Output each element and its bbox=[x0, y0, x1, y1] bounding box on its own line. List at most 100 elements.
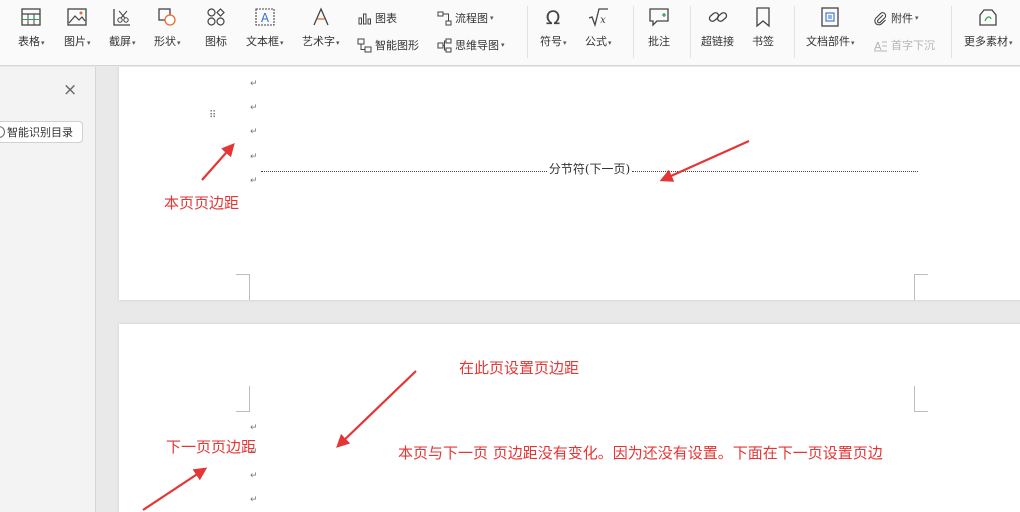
table-label: 表格 bbox=[18, 35, 40, 48]
chevron-down-icon: ▾ bbox=[608, 39, 612, 47]
attachment-label: 附件 bbox=[891, 12, 913, 25]
chevron-down-icon: ▾ bbox=[490, 14, 494, 22]
wordart-icon bbox=[310, 6, 332, 28]
chevron-down-icon: ▾ bbox=[851, 39, 855, 47]
section-break-line bbox=[261, 170, 547, 172]
paragraph-mark: ↵ bbox=[250, 423, 258, 433]
section-break-line bbox=[632, 170, 918, 172]
doc-parts-label: 文档部件 bbox=[806, 35, 850, 48]
paragraph-mark: ↵ bbox=[250, 471, 258, 481]
drag-handle-icon[interactable]: ⠿ bbox=[209, 111, 217, 121]
chevron-down-icon: ▾ bbox=[563, 39, 567, 47]
chevron-down-icon: ▾ bbox=[41, 39, 45, 47]
paragraph-mark: ↵ bbox=[250, 495, 258, 505]
margin-corner-mark bbox=[914, 386, 928, 412]
smartart-button[interactable]: 智能图形 bbox=[357, 35, 419, 55]
chevron-down-icon: ▾ bbox=[87, 39, 91, 47]
section-break-label: 分节符(下一页) bbox=[548, 161, 631, 176]
shape-button[interactable]: 形状▾ bbox=[154, 6, 181, 58]
ribbon-divider bbox=[690, 6, 691, 58]
hyperlink-label: 超链接 bbox=[701, 35, 734, 48]
svg-text:x: x bbox=[600, 15, 606, 26]
chevron-down-icon: ▾ bbox=[280, 39, 284, 47]
picture-label: 图片 bbox=[64, 35, 86, 48]
margin-corner-mark bbox=[236, 386, 250, 412]
icon-library-icon bbox=[205, 6, 227, 28]
icon-library-button[interactable]: 图标 bbox=[205, 6, 227, 58]
paragraph-mark: ↵ bbox=[250, 176, 258, 186]
wordart-button[interactable]: 艺术字▾ bbox=[302, 6, 340, 58]
chevron-down-icon: ▾ bbox=[501, 41, 505, 49]
smartart-label: 智能图形 bbox=[375, 39, 419, 52]
chart-button[interactable]: 图表 bbox=[357, 8, 397, 28]
ribbon-divider bbox=[951, 6, 952, 58]
dropcap-button[interactable]: A 首字下沉 bbox=[873, 35, 935, 55]
hyperlink-button[interactable]: 超链接 bbox=[701, 6, 734, 58]
document-page[interactable]: ↵ ↵ ↵ ↵ ↵ ⠿ 分节符(下一页) bbox=[119, 67, 1020, 300]
omega-icon: Ω bbox=[542, 6, 564, 28]
comment-icon bbox=[648, 6, 670, 28]
navigation-panel: × 智能识别目录 bbox=[0, 67, 96, 512]
margin-corner-mark bbox=[236, 274, 250, 300]
bookmark-button[interactable]: 书签 bbox=[752, 6, 774, 58]
dropcap-label: 首字下沉 bbox=[891, 39, 935, 52]
insert-ribbon: 表格▾ 图片▾ 截屏▾ 形状▾ 图标 A 文本框▾ 艺术字▾ 图表 智能图形 流… bbox=[0, 0, 1020, 66]
section-break: 分节符(下一页) bbox=[261, 161, 918, 176]
bookmark-label: 书签 bbox=[752, 35, 774, 48]
chevron-down-icon: ▾ bbox=[1009, 39, 1013, 47]
comment-button[interactable]: 批注 bbox=[648, 6, 670, 58]
picture-icon bbox=[66, 6, 88, 28]
paragraph-mark: ↵ bbox=[250, 152, 258, 162]
formula-label: 公式 bbox=[585, 35, 607, 48]
paragraph-mark: ↵ bbox=[250, 79, 258, 89]
icon-library-label: 图标 bbox=[205, 35, 227, 48]
annotation-explanation: 本页与下一页 页边距没有变化。因为还没有设置。下面在下一页设置页边 bbox=[398, 444, 883, 462]
chart-icon bbox=[358, 13, 371, 24]
table-icon bbox=[20, 6, 42, 28]
symbol-label: 符号 bbox=[540, 35, 562, 48]
smart-toc-button[interactable]: 智能识别目录 bbox=[0, 121, 83, 143]
toc-icon bbox=[0, 126, 5, 138]
comment-label: 批注 bbox=[648, 35, 670, 48]
formula-icon: x bbox=[587, 6, 609, 28]
chevron-down-icon: ▾ bbox=[915, 14, 919, 22]
flowchart-icon bbox=[437, 11, 452, 25]
chevron-down-icon: ▾ bbox=[132, 39, 136, 47]
document-page[interactable]: ↵ ↵ ↵ ↵ bbox=[119, 324, 1020, 512]
svg-text:Ω: Ω bbox=[546, 7, 561, 28]
mindmap-label: 思维导图 bbox=[455, 39, 499, 52]
more-assets-icon bbox=[977, 6, 999, 28]
close-icon[interactable]: × bbox=[63, 81, 77, 99]
formula-button[interactable]: x 公式▾ bbox=[585, 6, 612, 58]
dropcap-icon: A bbox=[874, 40, 887, 53]
screenshot-icon bbox=[111, 6, 133, 28]
mindmap-button[interactable]: 思维导图 ▾ bbox=[437, 35, 505, 55]
textbox-icon: A bbox=[254, 6, 276, 28]
screenshot-button[interactable]: 截屏▾ bbox=[109, 6, 136, 58]
flowchart-button[interactable]: 流程图 ▾ bbox=[437, 8, 494, 28]
attachment-button[interactable]: 附件 ▾ bbox=[873, 8, 919, 28]
margin-corner-mark bbox=[914, 274, 928, 300]
more-assets-button[interactable]: 更多素材▾ bbox=[964, 6, 1013, 58]
smartart-icon bbox=[357, 38, 372, 52]
more-assets-label: 更多素材 bbox=[964, 35, 1008, 48]
textbox-button[interactable]: A 文本框▾ bbox=[246, 6, 284, 58]
doc-parts-icon bbox=[819, 6, 841, 28]
picture-button[interactable]: 图片▾ bbox=[64, 6, 91, 58]
textbox-label: 文本框 bbox=[246, 35, 279, 48]
svg-text:A: A bbox=[261, 11, 270, 25]
ribbon-divider bbox=[794, 6, 795, 58]
chart-label: 图表 bbox=[375, 12, 397, 25]
annotation-this-page-margin: 本页页边距 bbox=[164, 194, 240, 212]
annotation-next-page-margin: 下一页页边距 bbox=[166, 438, 257, 456]
doc-parts-button[interactable]: 文档部件▾ bbox=[806, 6, 855, 58]
hyperlink-icon bbox=[707, 6, 729, 28]
flowchart-label: 流程图 bbox=[455, 12, 488, 25]
table-button[interactable]: 表格▾ bbox=[18, 6, 45, 58]
symbol-button[interactable]: Ω 符号▾ bbox=[540, 6, 567, 58]
paperclip-icon bbox=[874, 11, 887, 25]
annotation-set-margin-here: 在此页设置页边距 bbox=[459, 359, 580, 377]
screenshot-label: 截屏 bbox=[109, 35, 131, 48]
shape-icon bbox=[156, 6, 178, 28]
paragraph-mark: ↵ bbox=[250, 103, 258, 113]
